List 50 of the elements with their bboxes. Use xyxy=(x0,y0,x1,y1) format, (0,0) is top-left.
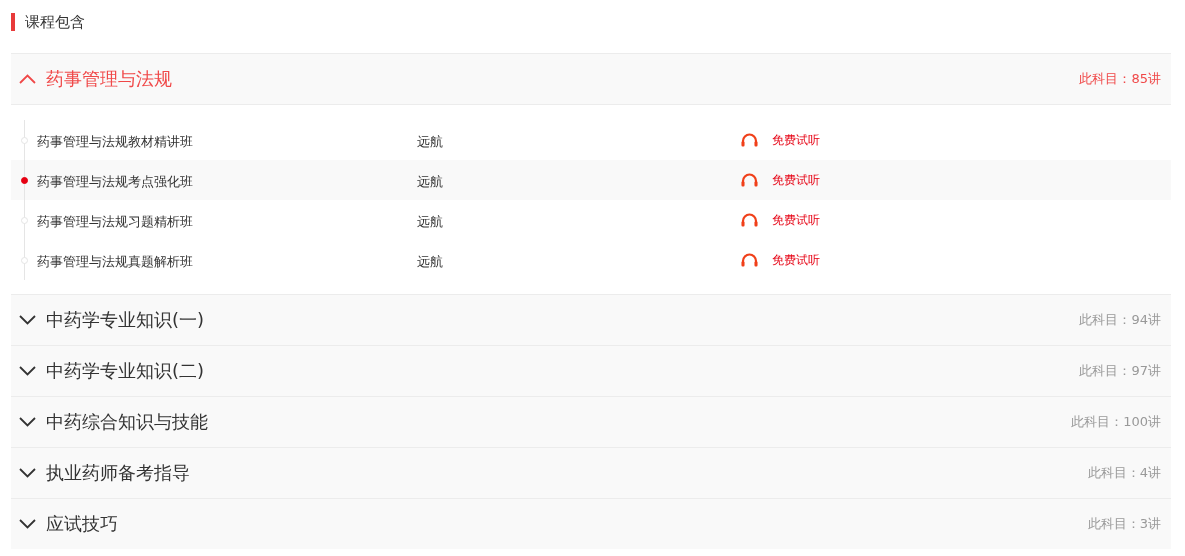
lesson-name: 药事管理与法规真题解析班 xyxy=(37,253,194,271)
chevron-up-icon xyxy=(19,74,36,84)
free-trial-link[interactable]: 免费试听 xyxy=(772,251,820,269)
heading-accent xyxy=(11,13,15,31)
subject-title: 中药学专业知识(二) xyxy=(46,359,206,383)
subject-header[interactable]: 执业药师备考指导 此科目：4讲 xyxy=(11,448,1171,498)
lecture-count: 此科目：4讲 xyxy=(1087,464,1161,482)
timeline-dot xyxy=(20,256,28,264)
teacher-name: 远航 xyxy=(417,253,444,271)
lesson-name: 药事管理与法规习题精析班 xyxy=(37,213,194,231)
lesson-name: 药事管理与法规考点强化班 xyxy=(37,173,194,191)
headphones-icon xyxy=(741,173,758,187)
section-heading: 课程包含 xyxy=(25,12,85,32)
teacher-name: 远航 xyxy=(417,213,444,231)
free-trial-link[interactable]: 免费试听 xyxy=(772,131,820,149)
subject-title: 中药综合知识与技能 xyxy=(46,410,209,434)
free-trial-link[interactable]: 免费试听 xyxy=(772,171,820,189)
timeline-dot xyxy=(20,216,28,224)
subject-header[interactable]: 药事管理与法规 此科目：85讲 xyxy=(11,54,1171,105)
lesson-row[interactable]: 药事管理与法规教材精讲班 远航 免费试听 xyxy=(11,120,1171,160)
lecture-count: 此科目：3讲 xyxy=(1087,515,1161,533)
chevron-down-icon xyxy=(19,519,36,529)
chevron-down-icon xyxy=(19,468,36,478)
teacher-name: 远航 xyxy=(417,133,444,151)
subject-header[interactable]: 应试技巧 此科目：3讲 xyxy=(11,499,1171,549)
lecture-count: 此科目：97讲 xyxy=(1079,362,1161,380)
headphones-icon xyxy=(741,253,758,267)
lesson-row[interactable]: 药事管理与法规真题解析班 远航 免费试听 xyxy=(11,240,1171,280)
chevron-down-icon xyxy=(19,366,36,376)
lecture-count: 此科目：85讲 xyxy=(1079,70,1161,88)
subject-title: 药事管理与法规 xyxy=(46,67,173,91)
lesson-row[interactable]: 药事管理与法规习题精析班 远航 免费试听 xyxy=(11,200,1171,240)
subject-header[interactable]: 中药学专业知识(一) 此科目：94讲 xyxy=(11,295,1171,345)
subject-title: 执业药师备考指导 xyxy=(46,461,191,485)
lesson-row[interactable]: 药事管理与法规考点强化班 远航 免费试听 xyxy=(11,160,1171,200)
chevron-down-icon xyxy=(19,417,36,427)
teacher-name: 远航 xyxy=(417,173,444,191)
headphones-icon xyxy=(741,133,758,147)
lecture-count: 此科目：94讲 xyxy=(1079,311,1161,329)
timeline-dot xyxy=(20,136,28,144)
subject-header[interactable]: 中药综合知识与技能 此科目：100讲 xyxy=(11,397,1171,447)
free-trial-link[interactable]: 免费试听 xyxy=(772,211,820,229)
subject-title: 应试技巧 xyxy=(46,512,119,536)
subject-header[interactable]: 中药学专业知识(二) 此科目：97讲 xyxy=(11,346,1171,396)
lesson-name: 药事管理与法规教材精讲班 xyxy=(37,133,194,151)
lecture-count: 此科目：100讲 xyxy=(1071,413,1161,431)
chevron-down-icon xyxy=(19,315,36,325)
timeline-dot xyxy=(20,176,28,184)
subject-title: 中药学专业知识(一) xyxy=(46,308,206,332)
headphones-icon xyxy=(741,213,758,227)
